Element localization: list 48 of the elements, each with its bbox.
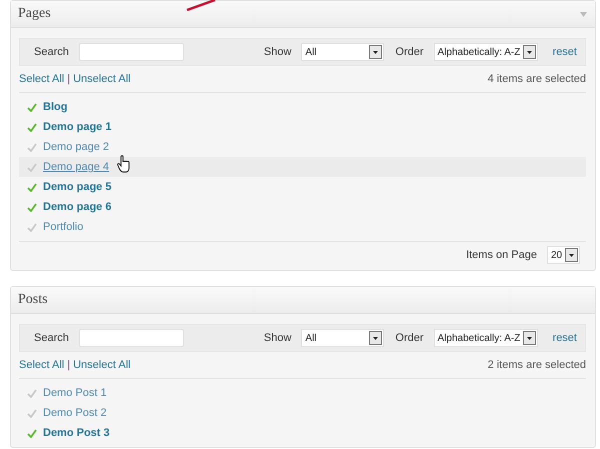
search-label: Search	[34, 332, 69, 344]
show-dropdown[interactable]: All	[301, 329, 384, 347]
order-label: Order	[395, 332, 424, 344]
unselect-all-link[interactable]: Unselect All	[73, 73, 131, 85]
unselect-all-link[interactable]: Unselect All	[73, 359, 131, 371]
item-label[interactable]: Demo page 5	[43, 181, 112, 193]
list-item[interactable]: Demo page 5	[19, 177, 586, 197]
item-label[interactable]: Demo page 2	[43, 141, 110, 153]
selected-count: 2 items are selected	[488, 359, 586, 371]
list-item[interactable]: Demo Post 2	[19, 403, 586, 423]
item-label[interactable]: Demo Post 1	[43, 387, 107, 399]
link-separator: |	[67, 73, 70, 85]
item-label[interactable]: Demo Post 2	[43, 407, 107, 419]
list-item[interactable]: Demo page 2	[19, 137, 586, 157]
select-all-link[interactable]: Select All	[19, 359, 64, 371]
list-item[interactable]: Demo page 1	[19, 117, 586, 137]
item-label[interactable]: Blog	[43, 101, 68, 113]
reset-link[interactable]: reset	[552, 332, 577, 344]
panel-title: Pages	[18, 6, 51, 22]
order-label: Order	[395, 46, 424, 58]
search-field[interactable]	[78, 329, 184, 347]
show-label: Show	[264, 332, 292, 344]
panel-title: Posts	[18, 292, 48, 308]
item-label[interactable]: Demo page 6	[43, 201, 112, 213]
show-dropdown[interactable]: All	[301, 43, 384, 61]
list-item[interactable]: Demo page 6	[19, 197, 586, 217]
item-label[interactable]: Demo page 4	[43, 161, 110, 173]
list-item[interactable]: Portfolio	[19, 217, 586, 237]
search-label: Search	[34, 46, 69, 58]
list-item-hovered[interactable]: Demo page 4	[19, 157, 586, 177]
select-all-link[interactable]: Select All	[19, 73, 64, 85]
item-label[interactable]: Portfolio	[43, 221, 84, 233]
items-per-page-label: Items on Page	[466, 249, 537, 261]
order-dropdown[interactable]: Alphabetically: A-Z	[434, 329, 538, 347]
reset-link[interactable]: reset	[552, 46, 577, 58]
hand-cursor-icon	[117, 155, 131, 173]
show-label: Show	[264, 46, 292, 58]
order-dropdown[interactable]: Alphabetically: A-Z	[434, 43, 538, 61]
link-separator: |	[67, 359, 70, 371]
collapse-toggle-icon[interactable]	[580, 12, 587, 16]
item-label[interactable]: Demo Post 3	[43, 427, 110, 439]
list-item[interactable]: Blog	[19, 97, 586, 117]
search-field[interactable]	[78, 43, 184, 61]
list-item[interactable]: Demo Post 1	[19, 383, 586, 403]
item-label[interactable]: Demo page 1	[43, 121, 112, 133]
list-item[interactable]: Demo Post 3	[19, 423, 586, 443]
selected-count: 4 items are selected	[488, 73, 586, 85]
items-per-page-dropdown[interactable]: 20	[547, 246, 580, 264]
